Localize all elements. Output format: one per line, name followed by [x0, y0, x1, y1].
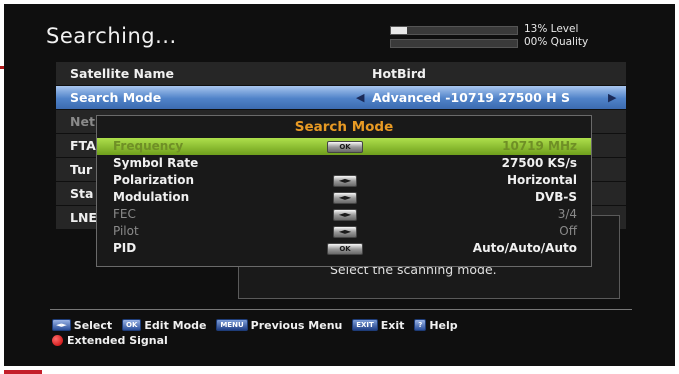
footer-divider	[50, 309, 632, 310]
red-button-icon	[52, 334, 63, 346]
footer-previous-menu[interactable]: MENU Previous Menu	[216, 318, 342, 333]
footer-exit-label: Exit	[380, 318, 405, 332]
footer-edit-label: Edit Mode	[144, 318, 207, 332]
popup-row-symbol-rate[interactable]: Symbol Rate 27500 KS/s	[97, 155, 591, 172]
level-meter-fill	[391, 27, 408, 34]
left-right-key-icon[interactable]: ◄►	[333, 175, 357, 187]
popup-row-label: Frequency	[113, 139, 184, 153]
menu-item-label: LNE	[70, 210, 97, 225]
footer-legend: ◄► Select OK Edit Mode MENU Previous Men…	[52, 316, 464, 350]
footer-select-label: Select	[73, 318, 113, 332]
footer-help-label: Help	[429, 318, 458, 332]
popup-row-pid[interactable]: PID OK Auto/Auto/Auto	[97, 240, 591, 257]
left-right-key-icon[interactable]: ◄►	[333, 192, 357, 204]
ok-key-icon: OK	[122, 319, 142, 331]
popup-row-value: Auto/Auto/Auto	[472, 241, 577, 255]
popup-row-label: PID	[113, 241, 137, 255]
popup-title: Search Mode	[294, 119, 394, 135]
level-text: 13% Level	[524, 23, 579, 35]
menu-item-value: HotBird	[372, 66, 426, 81]
popup-row-frequency[interactable]: Frequency OK 10719 MHz	[97, 138, 591, 155]
popup-row-value: DVB-S	[534, 190, 577, 204]
popup-row-label: Polarization	[113, 173, 194, 187]
popup-row-polarization[interactable]: Polarization ◄► Horizontal	[97, 172, 591, 189]
popup-row-value: 3/4	[557, 207, 577, 221]
left-right-key-icon: ◄►	[333, 226, 357, 238]
footer-previous-label: Previous Menu	[250, 318, 343, 332]
arrow-right-icon[interactable]: ▶	[608, 86, 616, 109]
menu-item-label: Search Mode	[70, 90, 162, 105]
menu-item-label: Satellite Name	[70, 66, 174, 81]
page-title: Searching...	[46, 24, 177, 48]
level-meter	[390, 26, 518, 35]
popup-row-fec: FEC ◄► 3/4	[97, 206, 591, 223]
menu-key-icon: MENU	[216, 319, 248, 331]
exit-key-icon: EXIT	[352, 319, 378, 331]
footer-exit[interactable]: EXIT Exit	[352, 318, 404, 333]
footer-select[interactable]: ◄► Select	[52, 318, 112, 333]
popup-row-pilot: Pilot ◄► Off	[97, 223, 591, 240]
popup-row-label: FEC	[113, 207, 136, 221]
popup-row-value: 10719 MHz	[502, 139, 577, 153]
help-key-icon: ?	[414, 319, 427, 331]
menu-item-search-mode[interactable]: Search Mode ◀ Advanced -10719 27500 H S …	[56, 86, 626, 109]
footer-help[interactable]: ? Help	[414, 318, 458, 333]
footer-edit-mode[interactable]: OK Edit Mode	[122, 318, 207, 333]
left-right-key-icon: ◄►	[52, 319, 71, 331]
popup-row-value: Horizontal	[506, 173, 577, 187]
footer-extended-signal[interactable]: Extended Signal	[52, 333, 168, 348]
search-mode-popup: Search Mode Frequency OK 10719 MHz Symbo…	[96, 115, 592, 267]
left-right-key-icon: ◄►	[333, 209, 357, 221]
ok-key-icon[interactable]: OK	[327, 141, 363, 153]
menu-item-label: Sta	[70, 186, 94, 201]
arrow-left-icon[interactable]: ◀	[356, 86, 364, 109]
popup-row-label: Modulation	[113, 190, 190, 204]
popup-row-modulation[interactable]: Modulation ◄► DVB-S	[97, 189, 591, 206]
quality-text: 00% Quality	[524, 36, 589, 48]
menu-item-label: Net	[70, 114, 95, 129]
quality-meter	[390, 39, 518, 48]
menu-item-label: Tur	[70, 162, 93, 177]
popup-row-label: Pilot	[113, 224, 139, 238]
menu-item-label: FTA	[70, 138, 96, 153]
popup-row-value: Off	[559, 224, 577, 238]
popup-row-value: 27500 KS/s	[501, 156, 577, 170]
popup-row-label: Symbol Rate	[113, 156, 199, 170]
footer-extended-label: Extended Signal	[67, 333, 168, 347]
ok-key-icon[interactable]: OK	[327, 243, 363, 255]
menu-item-value: Advanced -10719 27500 H S	[372, 90, 570, 105]
edge-marker-bottom	[4, 370, 42, 374]
menu-item-satellite-name[interactable]: Satellite Name HotBird	[56, 62, 626, 85]
